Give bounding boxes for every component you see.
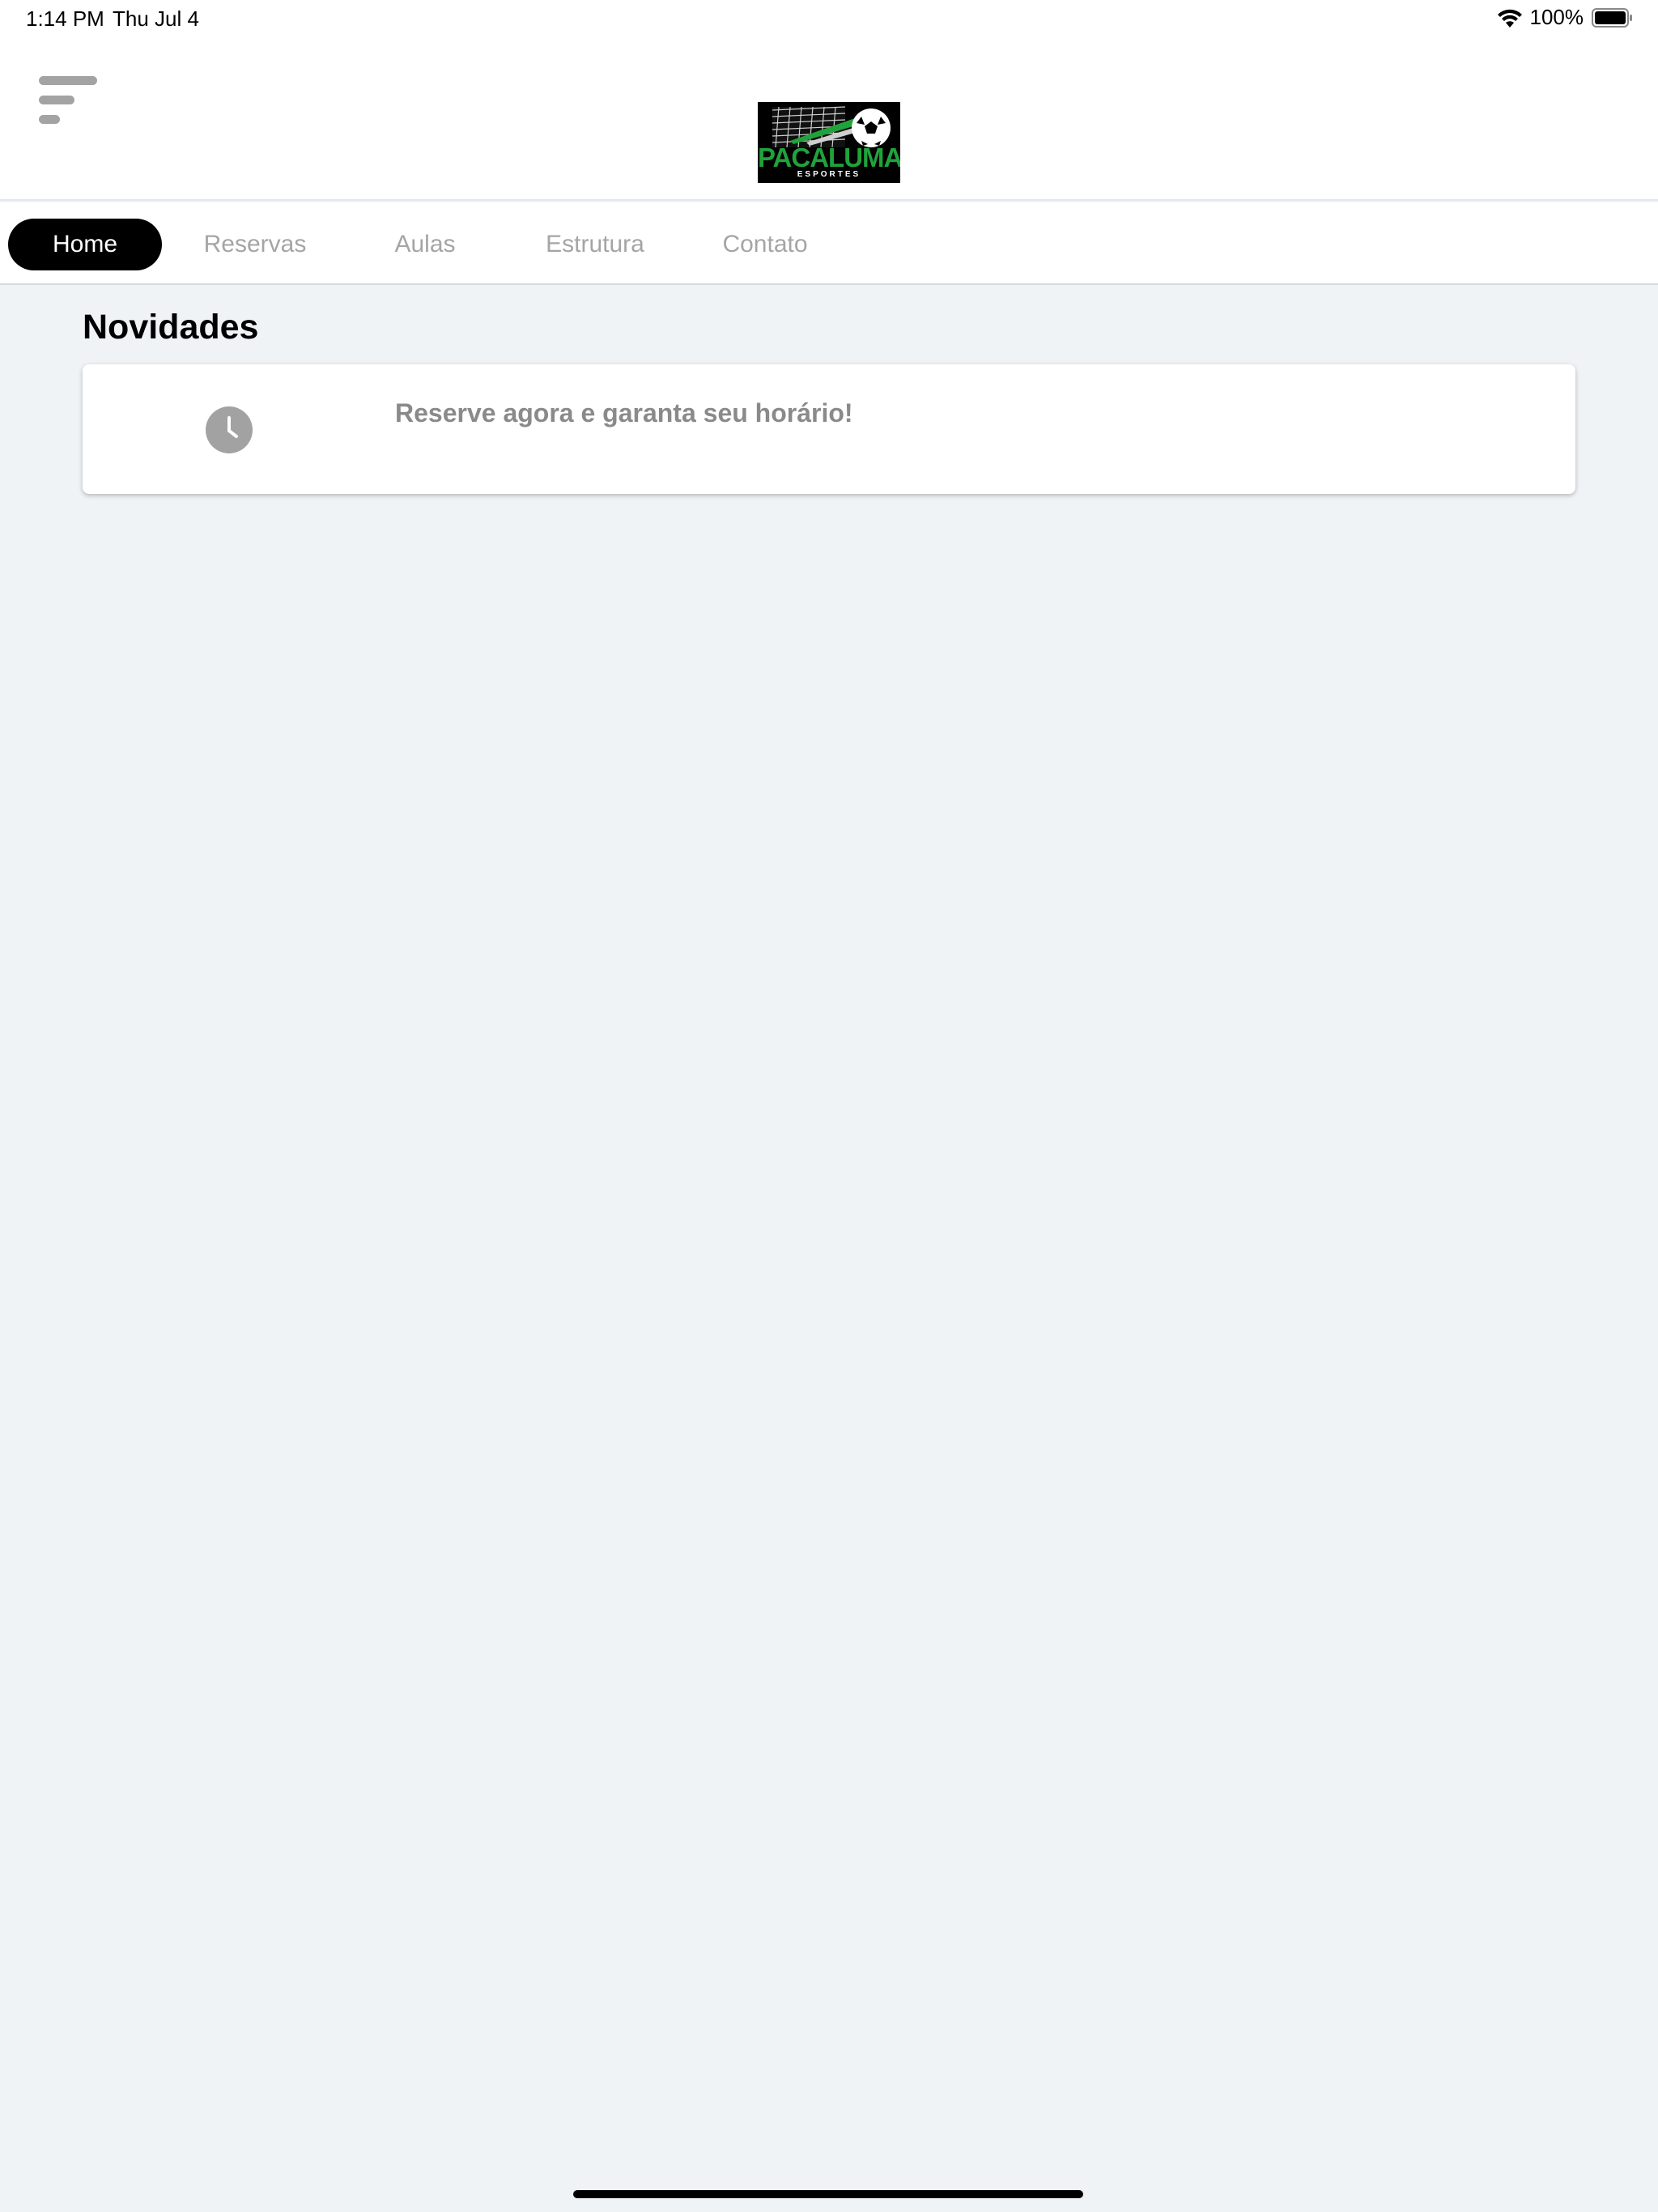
hamburger-menu-icon[interactable] (39, 76, 99, 128)
status-date: Thu Jul 4 (113, 6, 199, 31)
status-time: 1:14 PM (26, 6, 104, 31)
tab-home[interactable]: Home (8, 219, 162, 270)
status-bar: 1:14 PM Thu Jul 4 100% (0, 0, 1658, 37)
tab-contato[interactable]: Contato (696, 219, 834, 270)
tab-bar: Home Reservas Aulas Estrutura Contato (0, 202, 1658, 285)
app-header: PACALUMA ESPORTES (0, 37, 1658, 201)
logo-subtitle: ESPORTES (797, 170, 861, 179)
clock-icon (206, 406, 253, 453)
section-title: Novidades (83, 308, 259, 347)
status-indicators: 100% (1496, 5, 1635, 30)
brand-logo: PACALUMA ESPORTES (758, 102, 900, 183)
logo-wordmark: PACALUMA (758, 143, 900, 172)
tab-estrutura[interactable]: Estrutura (526, 219, 664, 270)
tab-reservas[interactable]: Reservas (186, 219, 324, 270)
news-text: Reserve agora e garanta seu horário! (395, 398, 853, 428)
home-indicator[interactable] (573, 2190, 1083, 2198)
news-card[interactable]: Reserve agora e garanta seu horário! (83, 364, 1575, 494)
wifi-icon (1497, 9, 1522, 28)
tab-aulas[interactable]: Aulas (356, 219, 494, 270)
battery-icon (1592, 7, 1632, 28)
battery-percentage: 100% (1529, 5, 1584, 29)
